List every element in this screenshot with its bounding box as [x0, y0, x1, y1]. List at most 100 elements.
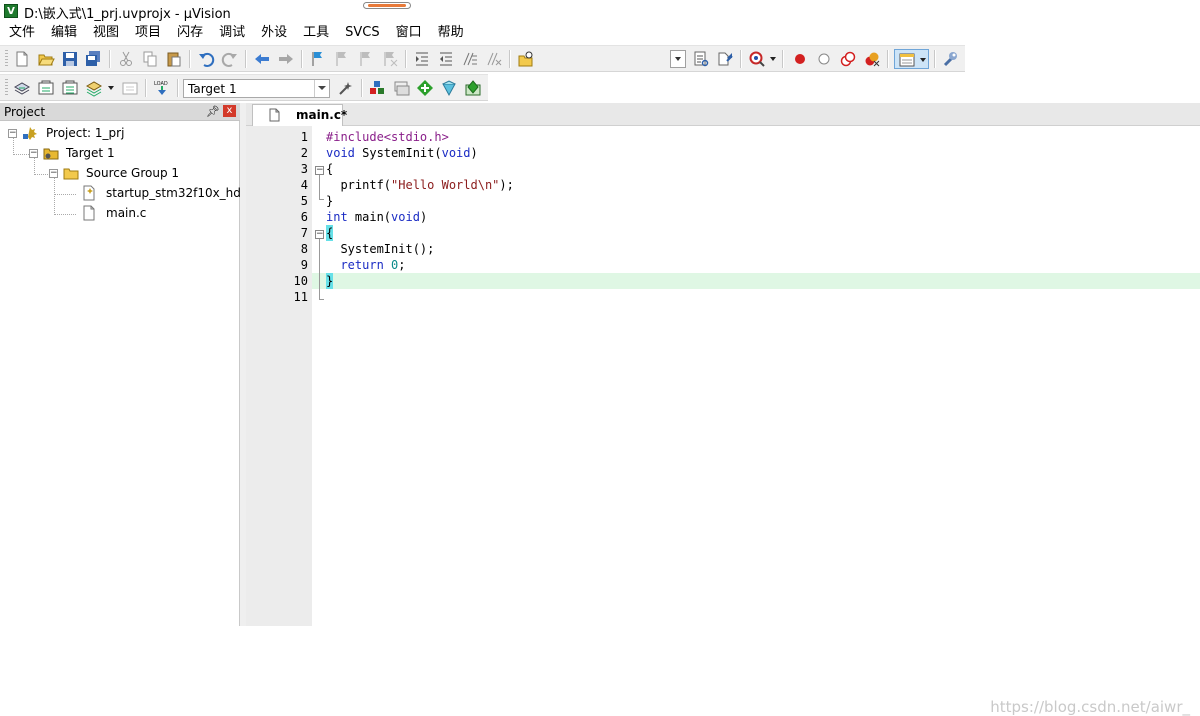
title-bar: V D:\嵌入式\1_prj.uvprojx - µVision [0, 0, 1200, 22]
window-configuration-button[interactable] [894, 49, 929, 69]
toolbar-separator [934, 50, 936, 68]
pack-installer-icon[interactable] [440, 79, 458, 97]
code-text: return 0; [340, 258, 406, 272]
line-number: 10 [293, 274, 308, 288]
project-panel-header: Project 📌︎ x [0, 103, 240, 121]
collapse-icon[interactable]: − [29, 149, 38, 158]
download-load-icon[interactable]: LOAD [153, 79, 171, 97]
navigate-forward-icon[interactable] [277, 50, 295, 68]
uncomment-selection-icon[interactable] [485, 50, 503, 68]
window-configuration-dropdown-icon[interactable] [920, 58, 926, 62]
toolbar-separator [177, 79, 179, 97]
menu-project[interactable]: 项目 [126, 22, 168, 44]
indent-icon[interactable] [413, 50, 431, 68]
unindent-icon[interactable] [437, 50, 455, 68]
tree-item-source-group[interactable]: − Source Group 1 [49, 163, 234, 183]
menu-bar: 文件 编辑 视图 项目 闪存 调试 外设 工具 SVCS 窗口 帮助 [0, 22, 1200, 44]
insert-bookmark-icon[interactable] [309, 50, 327, 68]
file-toolbar [0, 45, 965, 72]
save-all-icon[interactable] [84, 50, 102, 68]
target-select-dropdown-icon[interactable] [314, 80, 329, 97]
menu-file[interactable]: 文件 [0, 22, 42, 44]
tab-main-c[interactable]: main.c* [252, 104, 347, 126]
navigate-back-icon[interactable] [253, 50, 271, 68]
open-folder-icon[interactable] [37, 50, 55, 68]
code-text: { [326, 225, 334, 241]
previous-bookmark-icon[interactable] [333, 50, 351, 68]
code-line: 9 return 0; [246, 257, 1200, 273]
tree-item-file-main[interactable]: main.c [78, 203, 236, 223]
close-panel-button[interactable]: x [223, 105, 236, 117]
clear-bookmarks-icon[interactable] [381, 50, 399, 68]
menu-view[interactable]: 视图 [84, 22, 126, 44]
collapse-icon[interactable]: − [49, 169, 58, 178]
toolbar-separator [782, 50, 784, 68]
code-editor: main.c* 1 #include<stdio.h> 2 void Syste… [246, 103, 1200, 716]
tab-label: main.c* [296, 108, 348, 122]
kill-all-breakpoints-icon[interactable] [863, 50, 881, 68]
manage-rte-icon[interactable] [416, 79, 434, 97]
code-line: 7 { [246, 225, 1200, 241]
menu-peripherals[interactable]: 外设 [252, 22, 294, 44]
toolbar-separator [740, 50, 742, 68]
target-folder-icon [43, 145, 59, 161]
rebuild-all-icon[interactable] [61, 79, 79, 97]
insert-breakpoint-icon[interactable] [791, 50, 809, 68]
comment-selection-icon[interactable] [461, 50, 479, 68]
line-number: 4 [300, 178, 308, 192]
menu-tools[interactable]: 工具 [294, 22, 336, 44]
stop-build-icon[interactable] [121, 79, 139, 97]
next-bookmark-icon[interactable] [357, 50, 375, 68]
toolbar-grip[interactable] [5, 50, 8, 68]
batch-build-dropdown-icon[interactable] [108, 86, 114, 90]
line-number: 8 [300, 242, 308, 256]
menu-edit[interactable]: 编辑 [42, 22, 84, 44]
disable-all-breakpoints-icon[interactable] [839, 50, 857, 68]
menu-window[interactable]: 窗口 [387, 22, 429, 44]
pin-icon[interactable]: 📌︎ [206, 105, 220, 118]
configure-wrench-icon[interactable] [941, 50, 959, 68]
code-line-current: 10 } [246, 273, 1200, 289]
start-debug-session-icon[interactable] [748, 50, 766, 68]
find-combo-dropdown[interactable] [670, 50, 686, 68]
find-in-files-icon[interactable] [517, 50, 535, 68]
menu-help[interactable]: 帮助 [429, 22, 471, 44]
folder-icon [63, 165, 79, 181]
fold-toggle-icon[interactable]: − [315, 166, 324, 175]
menu-debug[interactable]: 调试 [210, 22, 252, 44]
manage-project-items-icon[interactable] [368, 79, 386, 97]
collapse-icon[interactable]: − [8, 129, 17, 138]
fold-toggle-icon[interactable]: − [315, 230, 324, 239]
translate-file-icon[interactable] [13, 79, 31, 97]
uvision-app-icon: V [4, 4, 18, 18]
target-select[interactable]: Target 1 [183, 79, 330, 98]
code-text: printf("Hello World\n"); [326, 178, 514, 192]
menu-svcs[interactable]: SVCS [336, 22, 386, 44]
new-file-icon[interactable] [13, 50, 31, 68]
tree-target-label: Target 1 [66, 146, 115, 160]
select-packs-icon[interactable] [392, 79, 410, 97]
code-line: 11 [246, 289, 1200, 305]
build-target-icon[interactable] [37, 79, 55, 97]
code-text: int main(void) [326, 210, 428, 224]
enable-breakpoint-icon[interactable] [815, 50, 833, 68]
find-icon[interactable] [692, 50, 710, 68]
debug-session-dropdown-icon[interactable] [770, 57, 776, 61]
tree-item-target[interactable]: − Target 1 [29, 143, 229, 163]
watermark-text: https://blog.csdn.net/aiwr_ [990, 698, 1190, 716]
menu-flash[interactable]: 闪存 [168, 22, 210, 44]
toolbar-grip[interactable] [5, 79, 8, 97]
batch-build-icon[interactable] [85, 79, 103, 97]
tree-item-file-startup[interactable]: startup_stm32f10x_hd.s [78, 183, 251, 203]
tree-item-project[interactable]: − Project: 1_prj [8, 123, 228, 143]
redo-icon[interactable] [221, 50, 239, 68]
save-icon[interactable] [61, 50, 79, 68]
undo-icon[interactable] [197, 50, 215, 68]
options-for-target-icon[interactable] [337, 79, 355, 97]
copy-icon[interactable] [141, 50, 159, 68]
incremental-find-icon[interactable] [716, 50, 734, 68]
code-area[interactable]: 1 #include<stdio.h> 2 void SystemInit(vo… [246, 126, 1200, 626]
pack-installer-diamond-icon[interactable] [464, 79, 482, 97]
paste-icon[interactable] [165, 50, 183, 68]
cut-icon[interactable] [117, 50, 135, 68]
